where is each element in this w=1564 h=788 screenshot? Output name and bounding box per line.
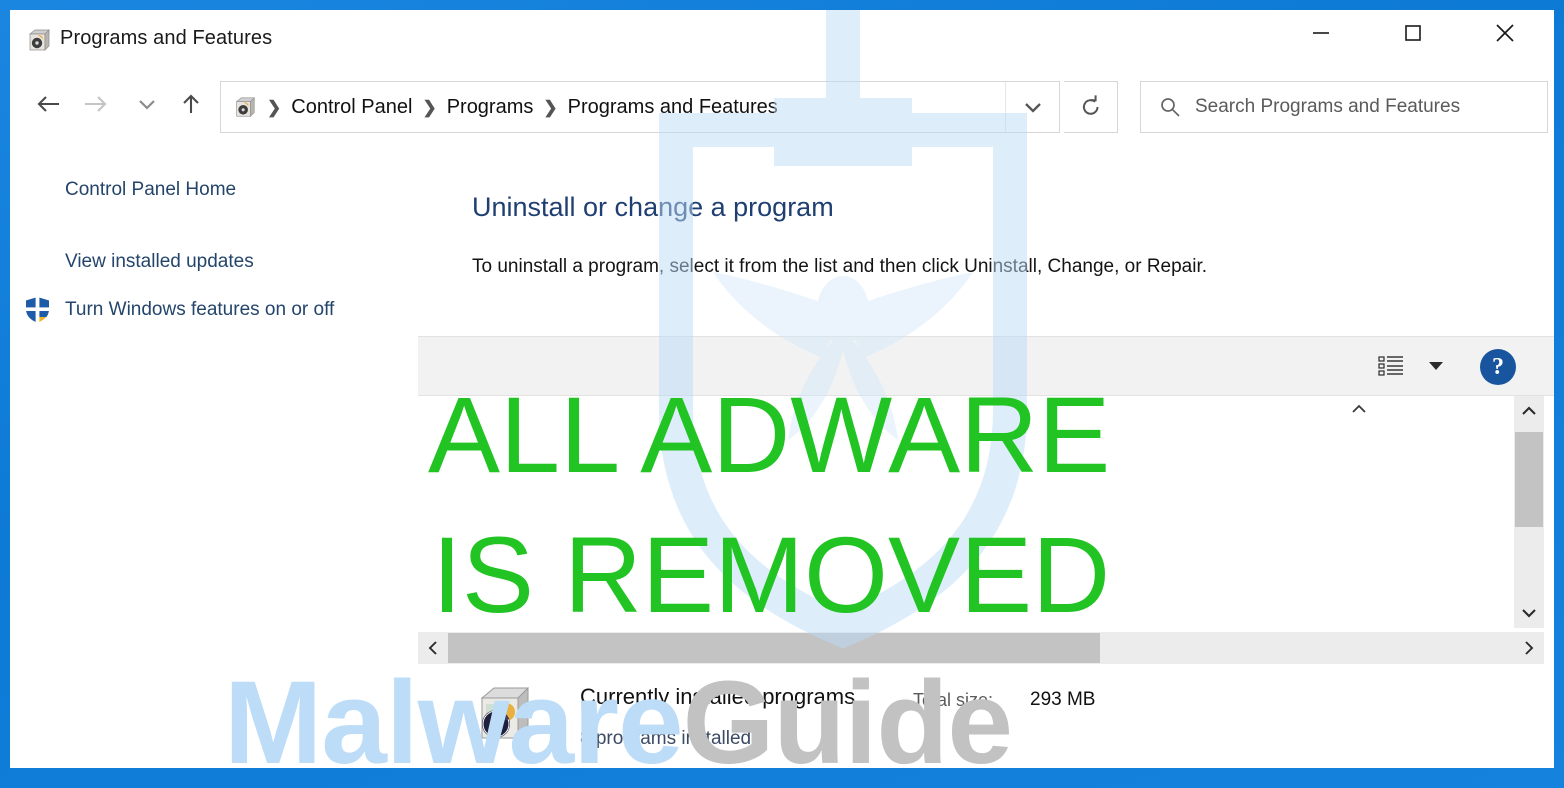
- vertical-scroll-thumb[interactable]: [1515, 432, 1543, 527]
- address-bar[interactable]: ❯ Control Panel ❯ Programs ❯ Programs an…: [220, 81, 1060, 133]
- back-button[interactable]: [32, 84, 66, 124]
- desktop-background: Programs and Features ❯ Control Panel ❯ …: [0, 0, 1564, 788]
- status-title: Currently installed programs: [580, 684, 856, 709]
- uac-shield-icon: [24, 296, 51, 323]
- horizontal-scrollbar[interactable]: [418, 632, 1544, 664]
- breadcrumb-control-panel[interactable]: Control Panel: [291, 96, 412, 119]
- sidebar-item-control-panel-home[interactable]: Control Panel Home: [65, 174, 236, 206]
- window-title: Programs and Features: [60, 27, 273, 49]
- up-one-level-button[interactable]: [174, 84, 208, 124]
- main-pane: Uninstall or change a program To uninsta…: [408, 136, 1554, 768]
- title-bar: Programs and Features: [10, 10, 1554, 70]
- search-input[interactable]: [1195, 96, 1545, 118]
- programs-and-features-icon: [233, 95, 257, 119]
- refresh-button[interactable]: [1064, 81, 1118, 133]
- list-toolbar: ?: [418, 336, 1554, 396]
- programs-and-features-window: Programs and Features ❯ Control Panel ❯ …: [10, 10, 1554, 768]
- close-button[interactable]: [1474, 10, 1535, 56]
- total-size-label: Total size:: [913, 690, 994, 710]
- search-icon: [1159, 96, 1181, 118]
- forward-button[interactable]: [78, 84, 112, 124]
- list-view-icon[interactable]: [1376, 352, 1406, 382]
- sidebar: Control Panel Home View installed update…: [10, 136, 408, 768]
- scroll-left-button[interactable]: [418, 632, 448, 664]
- program-count: 8 programs installed: [580, 728, 752, 749]
- status-bar: Currently installed programs Total size:…: [418, 666, 1544, 766]
- scroll-down-button[interactable]: [1514, 598, 1544, 628]
- sidebar-item-turn-windows-features[interactable]: Turn Windows features on or off: [65, 294, 390, 326]
- address-dropdown-button[interactable]: [1005, 82, 1059, 132]
- breadcrumb-separator: ❯: [543, 97, 558, 117]
- vertical-scrollbar[interactable]: [1514, 396, 1544, 628]
- breadcrumb-programs-and-features[interactable]: Programs and Features: [568, 96, 778, 119]
- programs-and-features-icon: [26, 27, 52, 53]
- minimize-button[interactable]: [1290, 10, 1351, 56]
- sidebar-item-view-installed-updates[interactable]: View installed updates: [65, 246, 254, 278]
- maximize-button[interactable]: [1382, 10, 1443, 56]
- page-title: Uninstall or change a program: [472, 192, 834, 222]
- program-list[interactable]: [418, 396, 1524, 628]
- chevron-down-icon[interactable]: [1428, 359, 1444, 371]
- currently-installed-programs-icon: [472, 682, 534, 744]
- horizontal-scroll-thumb[interactable]: [448, 633, 1100, 663]
- breadcrumb-separator: ❯: [422, 97, 437, 117]
- help-button[interactable]: ?: [1480, 349, 1516, 385]
- page-description: To uninstall a program, select it from t…: [472, 256, 1208, 277]
- breadcrumb-programs[interactable]: Programs: [447, 96, 534, 119]
- scroll-up-button[interactable]: [1514, 396, 1544, 426]
- breadcrumb-separator: ❯: [267, 97, 282, 117]
- search-box[interactable]: [1140, 81, 1548, 133]
- chevron-up-icon[interactable]: [1350, 402, 1368, 414]
- recent-locations-button[interactable]: [132, 84, 162, 124]
- scroll-right-button[interactable]: [1514, 632, 1544, 664]
- total-size-value: 293 MB: [1030, 689, 1096, 710]
- navigation-bar: ❯ Control Panel ❯ Programs ❯ Programs an…: [10, 74, 1554, 136]
